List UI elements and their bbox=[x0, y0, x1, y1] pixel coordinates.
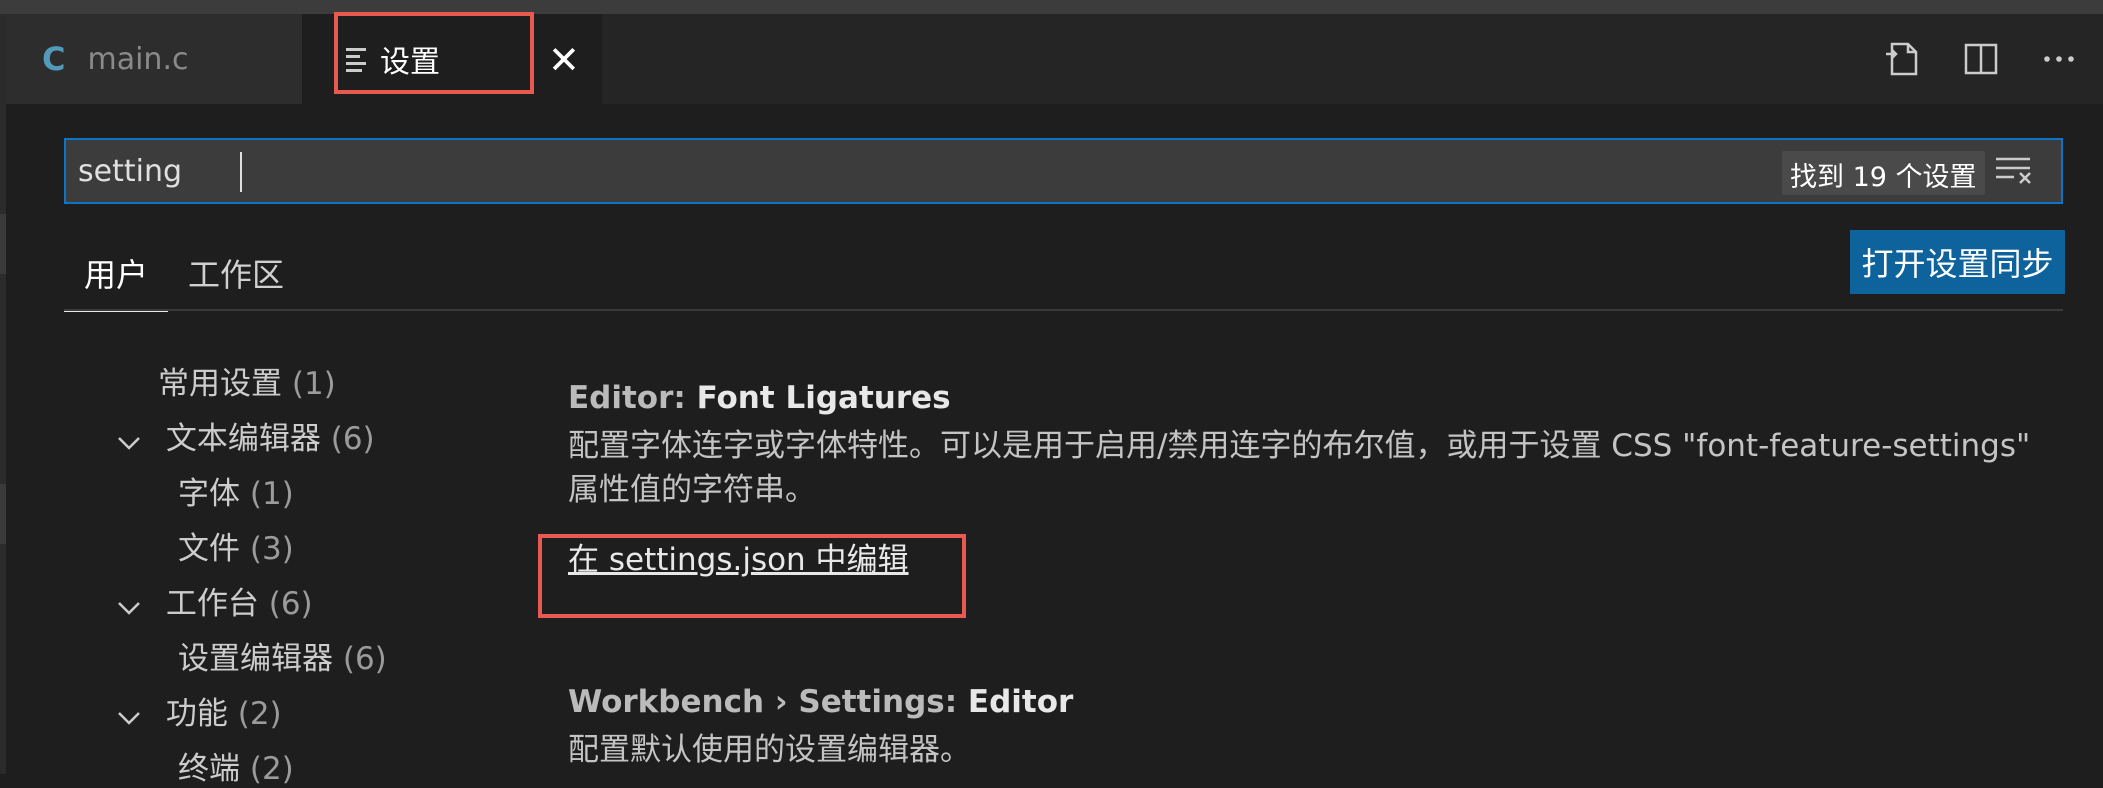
setting-name: Font Ligatures bbox=[696, 380, 951, 416]
toc-item-common[interactable]: 常用设置 (1) bbox=[158, 358, 336, 403]
split-editor-icon[interactable] bbox=[1942, 34, 2020, 84]
toc-item-label: 工作台 bbox=[165, 586, 259, 622]
toc-item-label: 设置编辑器 bbox=[178, 641, 333, 677]
title-strip bbox=[0, 0, 2103, 14]
toc-item-files[interactable]: 文件 (3) bbox=[178, 523, 294, 568]
setting-title: Workbench › Settings: Editor bbox=[568, 684, 2038, 720]
toc-item-label: 常用设置 bbox=[158, 366, 282, 402]
setting-category: Editor: bbox=[568, 380, 697, 416]
close-icon[interactable]: ✕ bbox=[548, 38, 580, 82]
toc-item-count: (6) bbox=[342, 641, 387, 677]
setting-description: 配置字体连字或字体特性。可以是用于启用/禁用连字的布尔值，或用于设置 CSS "… bbox=[568, 428, 2031, 508]
setting-workbench-settings-editor: Workbench › Settings: Editor 配置默认使用的设置编辑… bbox=[568, 684, 2038, 772]
toc-item-label: 功能 bbox=[165, 696, 228, 732]
setting-title: Editor: Font Ligatures bbox=[568, 380, 2038, 416]
toc-item-label: 文本编辑器 bbox=[165, 421, 321, 457]
search-value: setting bbox=[78, 154, 183, 189]
editor-actions bbox=[1864, 34, 2103, 84]
edge-marker bbox=[0, 214, 6, 274]
more-actions-icon[interactable] bbox=[2020, 34, 2098, 84]
toc-item-text-editor[interactable]: 文本编辑器 (6) bbox=[116, 413, 375, 458]
toc-item-count: (6) bbox=[330, 421, 375, 457]
toc-item-count: (2) bbox=[249, 751, 294, 787]
chevron-down-icon bbox=[116, 703, 142, 729]
toc-item-terminal[interactable]: 终端 (2) bbox=[178, 743, 294, 788]
open-settings-json-icon[interactable] bbox=[1864, 34, 1942, 84]
activity-edge bbox=[0, 14, 6, 774]
clear-filter-icon[interactable] bbox=[1994, 154, 2034, 188]
c-language-icon: C bbox=[42, 40, 66, 78]
scope-tabs: 用户 工作区 bbox=[64, 244, 304, 312]
toc-item-count: (6) bbox=[268, 586, 313, 622]
tab-workspace[interactable]: 工作区 bbox=[168, 244, 304, 308]
toc-item-count: (1) bbox=[249, 476, 294, 512]
chevron-down-icon bbox=[116, 593, 142, 619]
toc-item-count: (3) bbox=[249, 531, 294, 567]
toc-item-label: 字体 bbox=[178, 476, 240, 512]
toc-item-count: (2) bbox=[237, 696, 282, 732]
toc-item-label: 文件 bbox=[178, 531, 240, 567]
open-settings-sync-button[interactable]: 打开设置同步 bbox=[1850, 230, 2065, 294]
toc-item-font[interactable]: 字体 (1) bbox=[178, 468, 294, 513]
setting-description: 配置默认使用的设置编辑器。 bbox=[568, 732, 971, 768]
toc-item-count: (1) bbox=[291, 366, 336, 402]
settings-search-input[interactable]: setting 找到 19 个设置 bbox=[64, 138, 2063, 204]
chevron-down-icon bbox=[116, 428, 142, 454]
highlight-box bbox=[334, 12, 534, 94]
toc-item-label: 终端 bbox=[178, 751, 240, 787]
setting-category: Workbench › Settings: bbox=[568, 684, 968, 720]
toc-item-features[interactable]: 功能 (2) bbox=[116, 688, 282, 733]
highlight-box bbox=[538, 534, 966, 618]
text-caret bbox=[240, 152, 242, 192]
edge-marker bbox=[0, 484, 6, 544]
scope-divider bbox=[64, 309, 2063, 311]
tab-label: main.c bbox=[87, 41, 189, 77]
setting-name: Editor bbox=[967, 684, 1074, 720]
toc-item-settings-editor[interactable]: 设置编辑器 (6) bbox=[178, 633, 387, 678]
tab-main-c[interactable]: C main.c bbox=[6, 14, 302, 104]
tab-user[interactable]: 用户 bbox=[64, 244, 169, 312]
result-count-badge: 找到 19 个设置 bbox=[1782, 151, 1985, 195]
toc-item-workbench[interactable]: 工作台 (6) bbox=[116, 578, 313, 623]
